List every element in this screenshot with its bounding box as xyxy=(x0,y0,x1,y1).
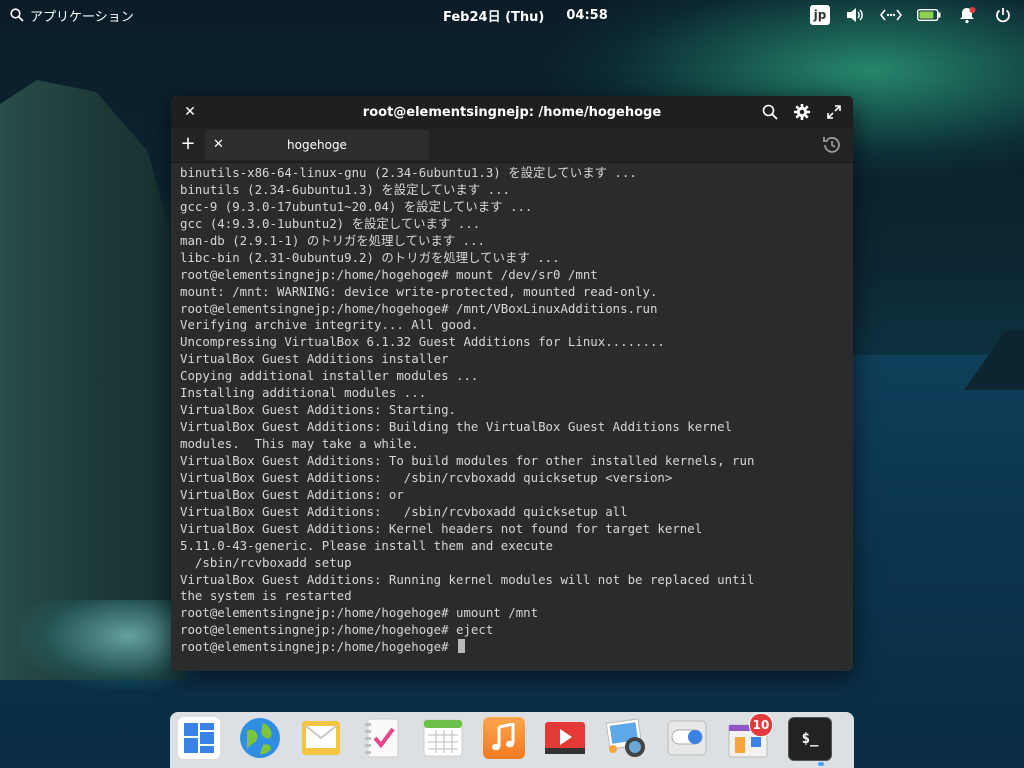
mail-icon[interactable] xyxy=(300,717,342,759)
datetime-indicator[interactable]: Feb24日 (Thu) 04:58 xyxy=(443,0,608,30)
close-tab-icon[interactable]: ✕ xyxy=(213,137,224,152)
top-panel: アプリケーション Feb24日 (Thu) 04:58 jp xyxy=(0,0,1024,30)
terminal-line: root@elementsingnejp:/home/hogehoge# /mn… xyxy=(180,300,658,316)
terminal-window: ✕ root@elementsingnejp: /home/hogehoge +… xyxy=(171,96,853,671)
tab-hogehoge[interactable]: ✕ hogehoge xyxy=(205,130,429,160)
search-icon xyxy=(10,8,24,22)
terminal-line: VirtualBox Guest Additions: Running kern… xyxy=(180,571,755,587)
volume-icon[interactable] xyxy=(844,4,866,26)
terminal-line: VirtualBox Guest Additions: To build mod… xyxy=(180,452,755,468)
terminal-line: Installing additional modules ... xyxy=(180,385,427,401)
terminal-line: 5.11.0-43-generic. Please install them a… xyxy=(180,537,553,553)
window-title: root@elementsingnejp: /home/hogehoge xyxy=(362,104,662,120)
terminal-line: VirtualBox Guest Additions: /sbin/rcvbox… xyxy=(180,469,673,485)
terminal-icon-label: $_ xyxy=(801,731,819,747)
terminal-line: the system is restarted xyxy=(180,588,352,604)
gear-icon[interactable] xyxy=(791,101,813,123)
videos-icon[interactable] xyxy=(544,717,586,759)
music-icon[interactable] xyxy=(483,717,525,759)
web-browser-icon[interactable] xyxy=(239,717,281,759)
terminal-line: VirtualBox Guest Additions: /sbin/rcvbox… xyxy=(180,503,628,519)
terminal-line: /sbin/rcvboxadd setup xyxy=(180,554,352,570)
terminal-line: gcc-9 (9.3.0-17ubuntu1~20.04) を設定しています .… xyxy=(180,198,533,214)
calendar-icon[interactable] xyxy=(422,717,464,759)
terminal-line: mount: /mnt: WARNING: device write-prote… xyxy=(180,283,658,299)
power-icon[interactable] xyxy=(992,4,1014,26)
update-count-badge: 10 xyxy=(749,713,773,737)
terminal-line: Verifying archive integrity... All good. xyxy=(180,317,479,333)
terminal-line: man-db (2.9.1-1) のトリガを処理しています ... xyxy=(180,232,485,248)
tab-bar: + ✕ hogehoge xyxy=(171,128,853,163)
terminal-line: Uncompressing VirtualBox 6.1.32 Guest Ad… xyxy=(180,334,665,350)
wallpaper-cliff xyxy=(0,80,185,680)
terminal-icon[interactable]: $_ xyxy=(788,717,832,761)
close-window-icon[interactable]: ✕ xyxy=(181,103,199,121)
terminal-line: binutils-x86-64-linux-gnu (2.34-6ubuntu1… xyxy=(180,165,637,180)
keyboard-layout-indicator[interactable]: jp xyxy=(810,5,830,25)
terminal-prompt: root@elementsingnejp:/home/hogehoge# xyxy=(180,639,457,655)
applications-menu[interactable]: アプリケーション xyxy=(10,6,134,25)
titlebar-actions xyxy=(759,101,845,123)
applications-label: アプリケーション xyxy=(30,9,134,25)
network-icon[interactable] xyxy=(880,4,902,26)
terminal-prompt-line: root@elementsingnejp:/home/hogehoge# xyxy=(180,639,844,656)
history-icon[interactable] xyxy=(821,134,843,156)
terminal-cursor xyxy=(458,639,466,654)
photos-icon[interactable] xyxy=(605,717,647,759)
tasks-icon[interactable] xyxy=(361,717,403,759)
terminal-line: VirtualBox Guest Additions: or xyxy=(180,486,404,502)
terminal-line: root@elementsingnejp:/home/hogehoge# umo… xyxy=(180,605,539,621)
running-indicator xyxy=(818,762,824,766)
terminal-line: libc-bin (2.31-0ubuntu9.2) のトリガを処理しています … xyxy=(180,249,560,265)
new-tab-button[interactable]: + xyxy=(179,135,197,154)
terminal-titlebar[interactable]: ✕ root@elementsingnejp: /home/hogehoge xyxy=(171,96,853,128)
terminal-line: root@elementsingnejp:/home/hogehoge# mou… xyxy=(180,266,598,282)
multitasking-view-icon[interactable] xyxy=(178,717,220,759)
terminal-line: VirtualBox Guest Additions: Kernel heade… xyxy=(180,520,703,536)
time-label: 04:58 xyxy=(566,7,608,23)
terminal-line: gcc (4:9.3.0-1ubuntu2) を設定しています ... xyxy=(180,215,481,231)
terminal-line: VirtualBox Guest Additions: Building the… xyxy=(180,419,733,435)
battery-icon[interactable] xyxy=(916,4,942,26)
maximize-icon[interactable] xyxy=(823,101,845,123)
terminal-line: Copying additional installer modules ... xyxy=(180,368,479,384)
terminal-line: VirtualBox Guest Additions: Starting. xyxy=(180,402,457,418)
settings-icon[interactable] xyxy=(666,717,708,759)
terminal-line: root@elementsingnejp:/home/hogehoge# eje… xyxy=(180,622,494,638)
terminal-output[interactable]: binutils-x86-64-linux-gnu (2.34-6ubuntu1… xyxy=(171,163,853,658)
search-icon[interactable] xyxy=(759,101,781,123)
terminal-line: binutils (2.34-6ubuntu1.3) を設定しています ... xyxy=(180,181,511,197)
tab-label: hogehoge xyxy=(287,138,347,152)
appcenter-icon[interactable]: 10 xyxy=(727,713,773,759)
terminal-line: modules. This may take a while. xyxy=(180,436,419,451)
date-label: Feb24日 (Thu) xyxy=(443,9,545,25)
notification-icon[interactable] xyxy=(956,4,978,26)
dock-icons: 10 $_ xyxy=(178,713,832,761)
terminal-line: VirtualBox Guest Additions installer xyxy=(180,351,449,367)
indicators: jp xyxy=(810,0,1014,30)
